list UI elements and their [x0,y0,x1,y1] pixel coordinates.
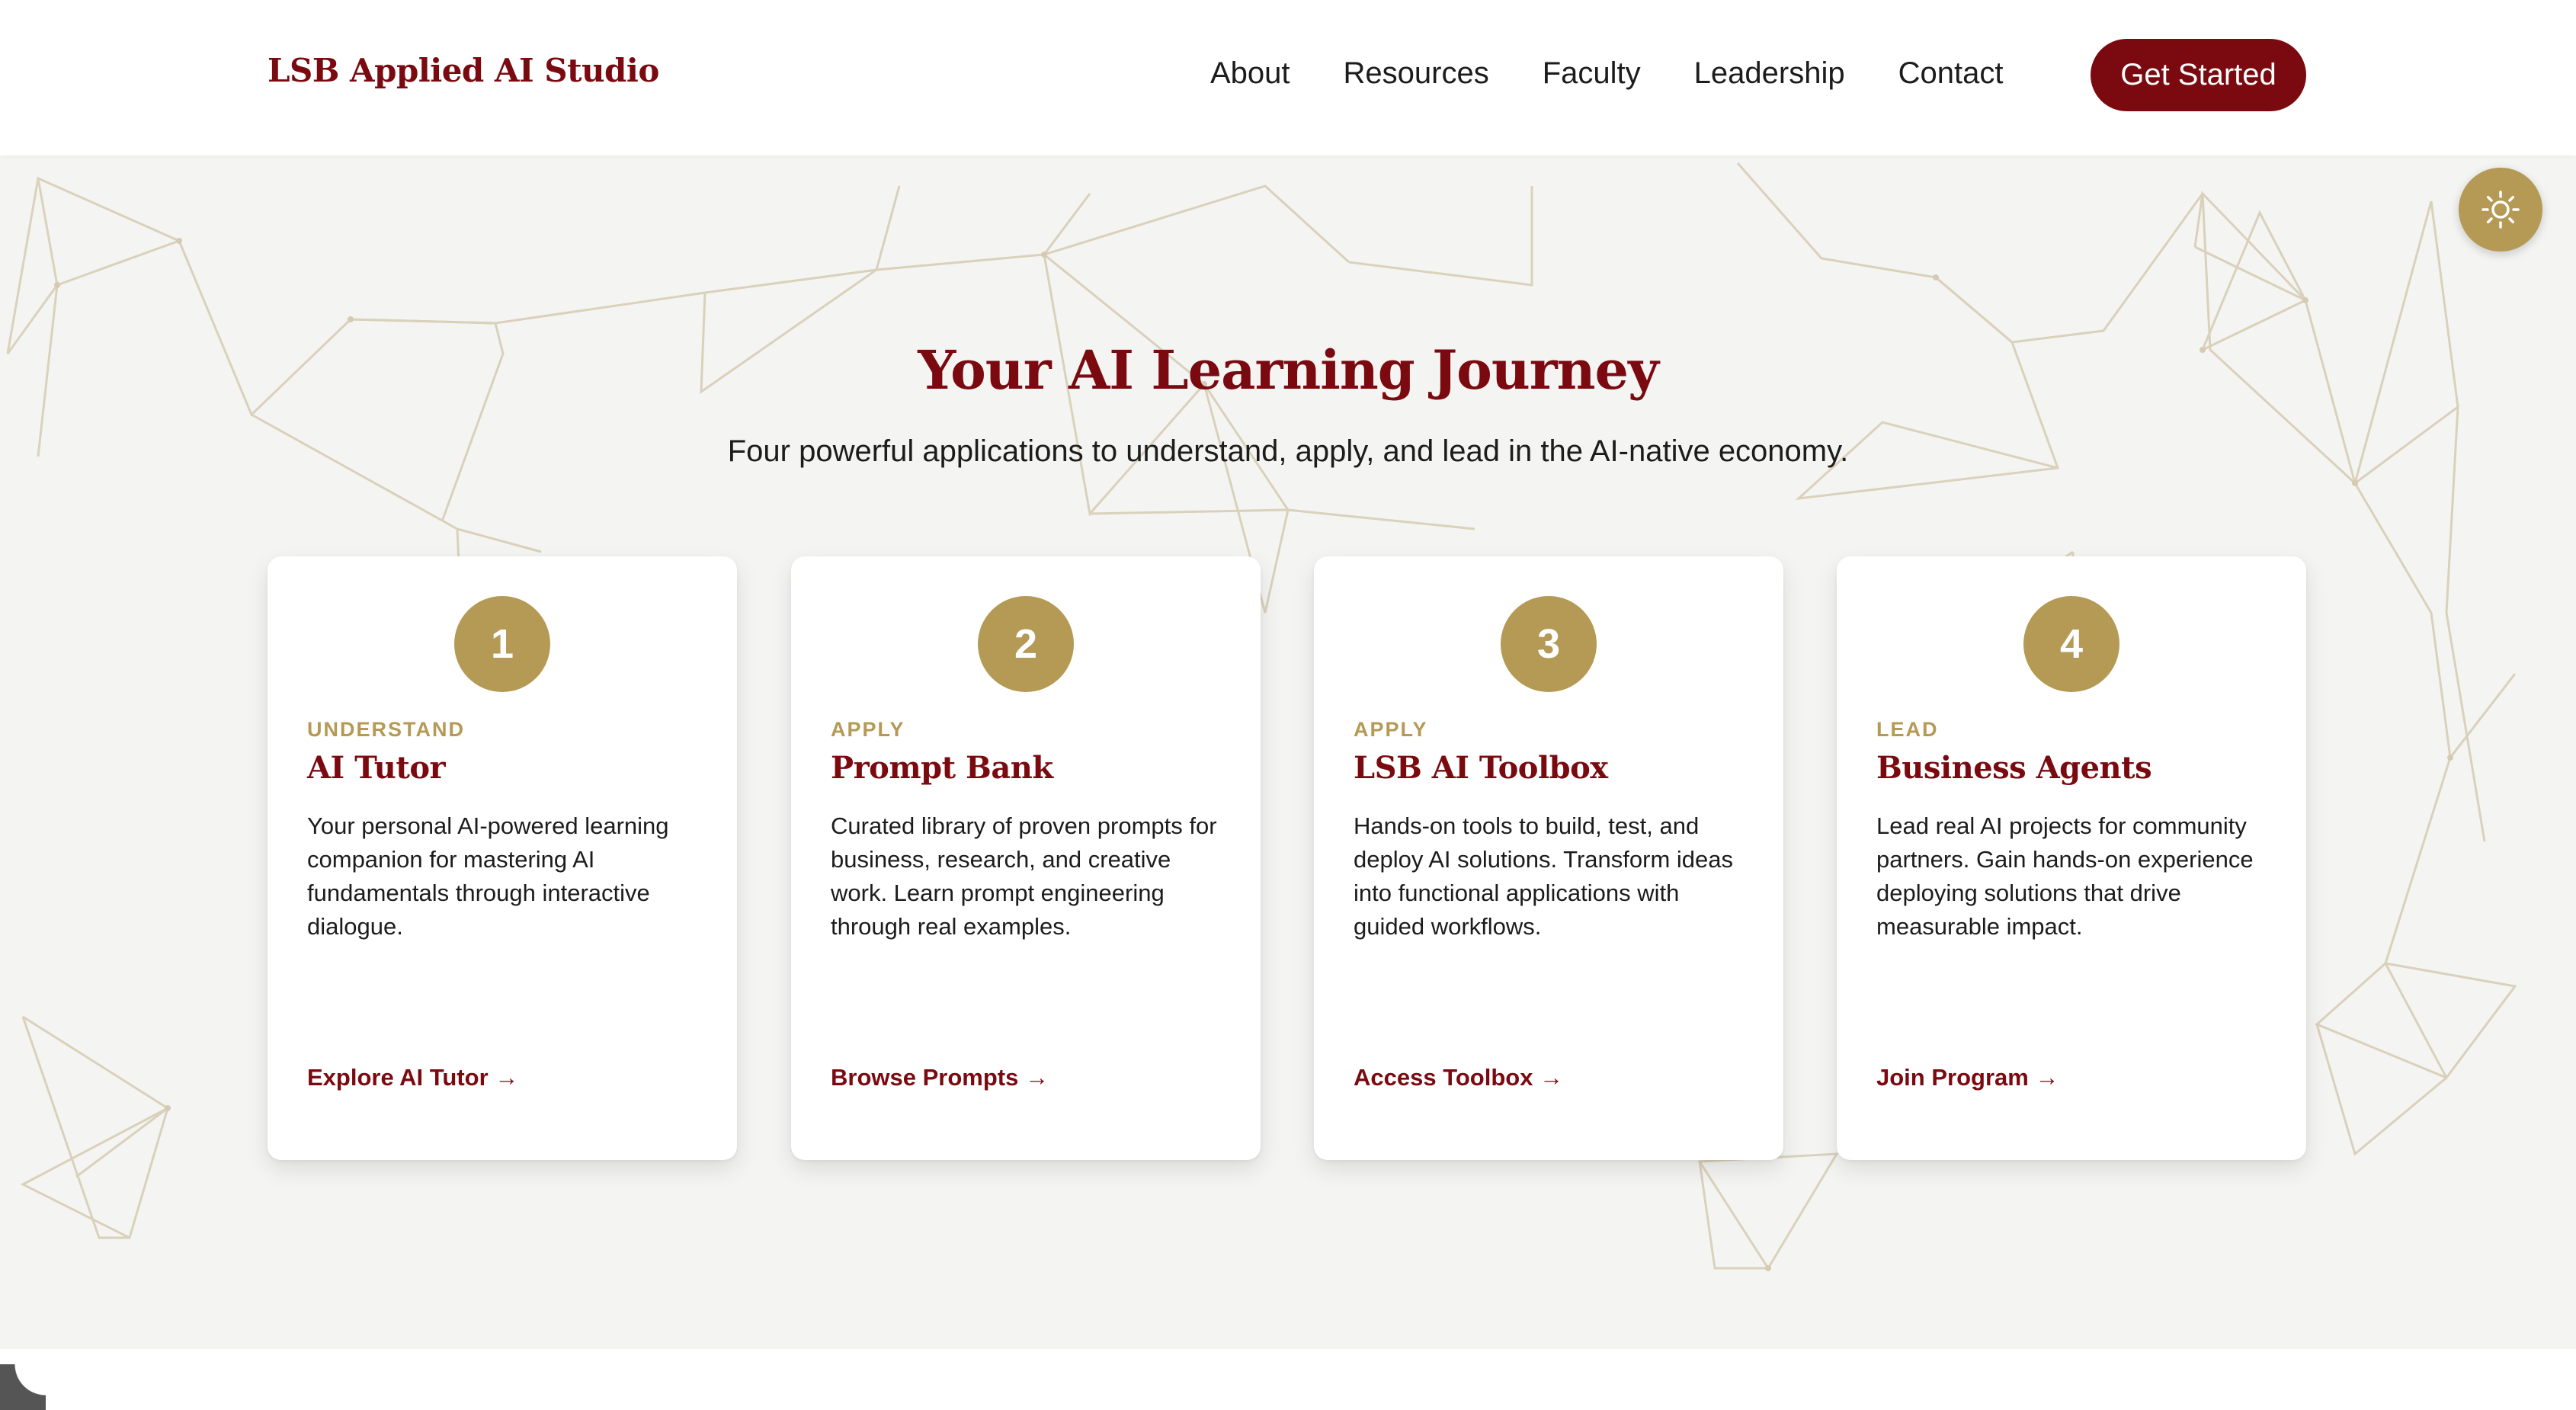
browse-prompts-link[interactable]: Browse Prompts → [831,1064,1049,1091]
main-nav: About Resources Faculty Leadership Conta… [1210,53,2056,93]
card-title: Business Agents [1876,750,2152,786]
hero-section: Your AI Learning Journey Four powerful a… [0,155,2576,1349]
access-toolbox-link[interactable]: Access Toolbox → [1354,1064,1563,1091]
card-stage-label: APPLY [1354,718,1428,741]
card-title: Prompt Bank [831,750,1053,786]
card-ai-toolbox[interactable]: 3 APPLY LSB AI Toolbox Hands-on tools to… [1314,556,1783,1160]
card-ai-tutor[interactable]: 1 UNDERSTAND AI Tutor Your personal AI-p… [268,556,737,1160]
hero-title: Your AI Learning Journey [918,338,1659,402]
nav-link-resources[interactable]: Resources [1344,56,1489,91]
card-title: LSB AI Toolbox [1354,750,1608,786]
hero-subtitle: Four powerful applications to understand… [727,434,1849,468]
card-title: AI Tutor [307,750,446,786]
top-navigation-bar: LSB Applied AI Studio About Resources Fa… [0,0,2576,155]
nav-link-faculty[interactable]: Faculty [1543,56,1641,91]
next-section-edge [0,1349,2576,1410]
card-stage-label: LEAD [1876,718,1939,741]
join-program-link[interactable]: Join Program → [1876,1064,2059,1091]
brand-logo-text[interactable]: LSB Applied AI Studio [268,52,659,89]
step-number-badge: 4 [2023,596,2119,692]
nav-link-leadership[interactable]: Leadership [1694,56,1845,91]
card-description: Lead real AI projects for community part… [1876,812,2254,940]
card-prompt-bank[interactable]: 2 APPLY Prompt Bank Curated library of p… [791,556,1261,1160]
theme-toggle-button[interactable] [2459,168,2542,252]
step-number-badge: 3 [1501,596,1597,692]
card-business-agents[interactable]: 4 LEAD Business Agents Lead real AI proj… [1837,556,2306,1160]
nav-link-contact[interactable]: Contact [1898,56,2004,91]
get-started-button[interactable]: Get Started [2091,39,2306,111]
nav-link-about[interactable]: About [1210,56,1290,91]
step-number-badge: 2 [978,596,1074,692]
window-corner [0,1364,46,1410]
card-description: Your personal AI-powered learning compan… [307,812,669,940]
card-stage-label: UNDERSTAND [307,718,465,741]
step-number-badge: 1 [454,596,550,692]
card-description: Hands-on tools to build, test, and deplo… [1354,812,1733,940]
explore-ai-tutor-link[interactable]: Explore AI Tutor → [307,1064,518,1091]
sun-icon [2481,191,2520,229]
card-stage-label: APPLY [831,718,905,741]
card-description: Curated library of proven prompts for bu… [831,812,1217,940]
